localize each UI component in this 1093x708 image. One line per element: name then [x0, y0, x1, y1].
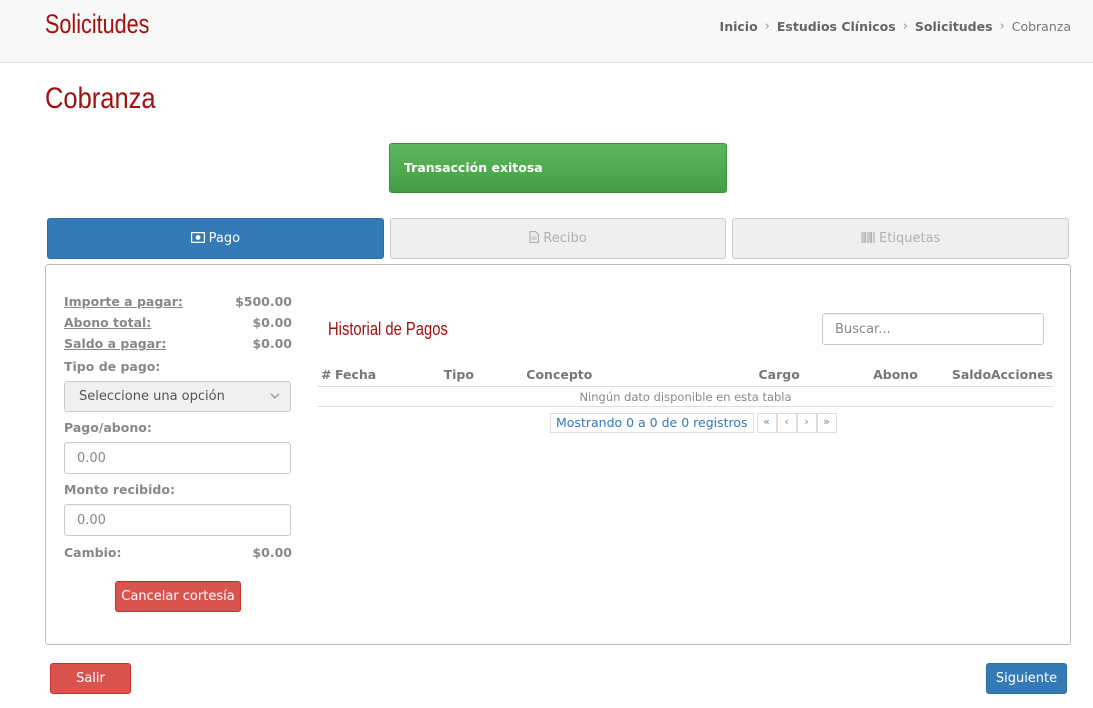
column-header[interactable]: Concepto	[526, 367, 758, 382]
abono-row: Abono total: $0.00	[64, 314, 292, 335]
next-button[interactable]: Siguiente	[986, 663, 1067, 694]
column-header[interactable]: Saldo	[952, 367, 991, 382]
column-header[interactable]: #	[321, 367, 335, 382]
monto-recibido-input[interactable]: 0.00	[64, 504, 291, 536]
pago-abono-label: Pago/abono:	[64, 420, 152, 435]
pagination-info: Mostrando 0 a 0 de 0 registros	[550, 413, 754, 433]
column-header[interactable]: Fecha	[335, 367, 444, 382]
chevron-down-icon	[270, 391, 280, 402]
history-table: # Fecha Tipo Concepto Cargo Abono Saldo …	[318, 363, 1053, 407]
saldo-value: $0.00	[252, 336, 292, 351]
first-page-button[interactable]: «	[756, 413, 777, 433]
tab-recibo[interactable]: Recibo	[389, 218, 727, 259]
tab-pago[interactable]: Pago	[47, 218, 384, 259]
pagination: Mostrando 0 a 0 de 0 registros « ‹ › »	[550, 413, 837, 433]
empty-table-message: Ningún dato disponible en esta tabla	[318, 387, 1053, 407]
next-page-button[interactable]: ›	[796, 413, 817, 433]
barcode-icon	[861, 231, 875, 246]
cambio-label: Cambio:	[64, 545, 122, 560]
payment-form: Importe a pagar: $500.00 Abono total: $0…	[64, 293, 292, 565]
abono-label: Abono total:	[64, 315, 152, 330]
breadcrumb-current: Cobranza	[1011, 19, 1071, 34]
breadcrumb-separator: ›	[999, 19, 1005, 34]
saldo-row: Saldo a pagar: $0.00	[64, 335, 292, 356]
column-header[interactable]: Cargo	[758, 367, 873, 382]
history-title: Historial de Pagos	[328, 319, 448, 339]
file-icon	[529, 230, 540, 246]
prev-page-button[interactable]: ‹	[776, 413, 797, 433]
breadcrumb-solicitudes[interactable]: Solicitudes	[915, 19, 993, 34]
breadcrumb-estudios-clinicos[interactable]: Estudios Clínicos	[777, 19, 896, 34]
app-title: Solicitudes	[45, 9, 150, 39]
money-icon	[190, 231, 205, 246]
last-page-button[interactable]: »	[816, 413, 837, 433]
tipo-pago-select[interactable]: Seleccione una opción	[64, 381, 291, 412]
tab-etiquetas-label: Etiquetas	[879, 231, 941, 246]
abono-value: $0.00	[252, 315, 292, 330]
cambio-value: $0.00	[252, 545, 292, 560]
tipo-pago-label: Tipo de pago:	[64, 359, 161, 374]
tab-pago-label: Pago	[208, 231, 241, 246]
importe-label: Importe a pagar:	[64, 294, 183, 309]
importe-value: $500.00	[235, 294, 292, 309]
success-alert: Transacción exitosa	[389, 143, 727, 193]
breadcrumb-inicio[interactable]: Inicio	[720, 19, 758, 34]
page-title: Cobranza	[45, 82, 156, 115]
top-bar: Solicitudes Inicio › Estudios Clínicos ›…	[0, 0, 1093, 63]
pago-abono-input[interactable]: 0.00	[64, 442, 291, 474]
tab-recibo-label: Recibo	[543, 231, 587, 246]
breadcrumb: Inicio › Estudios Clínicos › Solicitudes…	[720, 19, 1071, 34]
column-header[interactable]: Abono	[873, 367, 952, 382]
breadcrumb-separator: ›	[902, 19, 908, 34]
cancelar-cortesia-button[interactable]: Cancelar cortesía	[115, 581, 241, 612]
breadcrumb-separator: ›	[764, 19, 770, 34]
payment-panel: Importe a pagar: $500.00 Abono total: $0…	[45, 264, 1071, 645]
search-input[interactable]: Buscar...	[822, 313, 1044, 345]
tab-bar: Pago Recibo Etiquetas	[47, 218, 1070, 259]
column-header[interactable]: Acciones	[991, 367, 1053, 382]
column-header[interactable]: Tipo	[444, 367, 527, 382]
monto-recibido-label: Monto recibido:	[64, 482, 175, 497]
tab-etiquetas[interactable]: Etiquetas	[732, 218, 1070, 259]
exit-button[interactable]: Salir	[50, 663, 131, 694]
importe-row: Importe a pagar: $500.00	[64, 293, 292, 314]
tipo-pago-value: Seleccione una opción	[79, 389, 225, 404]
table-header: # Fecha Tipo Concepto Cargo Abono Saldo …	[318, 363, 1053, 387]
cambio-row: Cambio: $0.00	[64, 544, 292, 565]
saldo-label: Saldo a pagar:	[64, 336, 167, 351]
